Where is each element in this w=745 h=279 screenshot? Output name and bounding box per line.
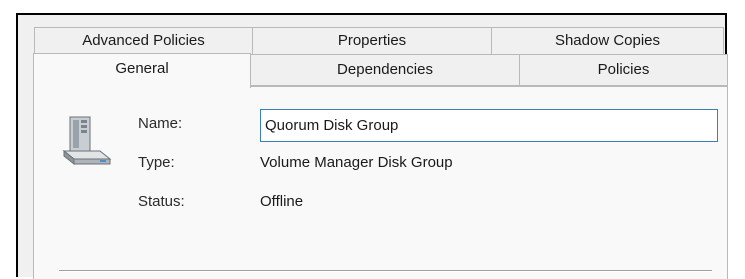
name-label: Name:	[138, 115, 183, 132]
tab-advanced-policies[interactable]: Advanced Policies	[34, 27, 253, 55]
tab-shadow-copies[interactable]: Shadow Copies	[491, 27, 724, 55]
section-divider	[59, 270, 712, 272]
type-label: Type:	[138, 154, 175, 171]
general-panel: Name: Type: Volume Manager Disk Group St…	[33, 86, 728, 279]
tab-policies[interactable]: Policies	[519, 54, 728, 86]
status-label: Status:	[138, 193, 185, 210]
type-value: Volume Manager Disk Group	[260, 154, 453, 171]
disk-group-icon	[62, 116, 112, 166]
status-value: Offline	[260, 193, 304, 210]
tab-dependencies[interactable]: Dependencies	[250, 54, 520, 86]
name-field[interactable]	[260, 109, 718, 142]
tab-general[interactable]: General	[33, 53, 251, 88]
properties-dialog: Advanced Policies Properties Shadow Copi…	[16, 13, 728, 279]
tab-properties[interactable]: Properties	[252, 27, 492, 55]
